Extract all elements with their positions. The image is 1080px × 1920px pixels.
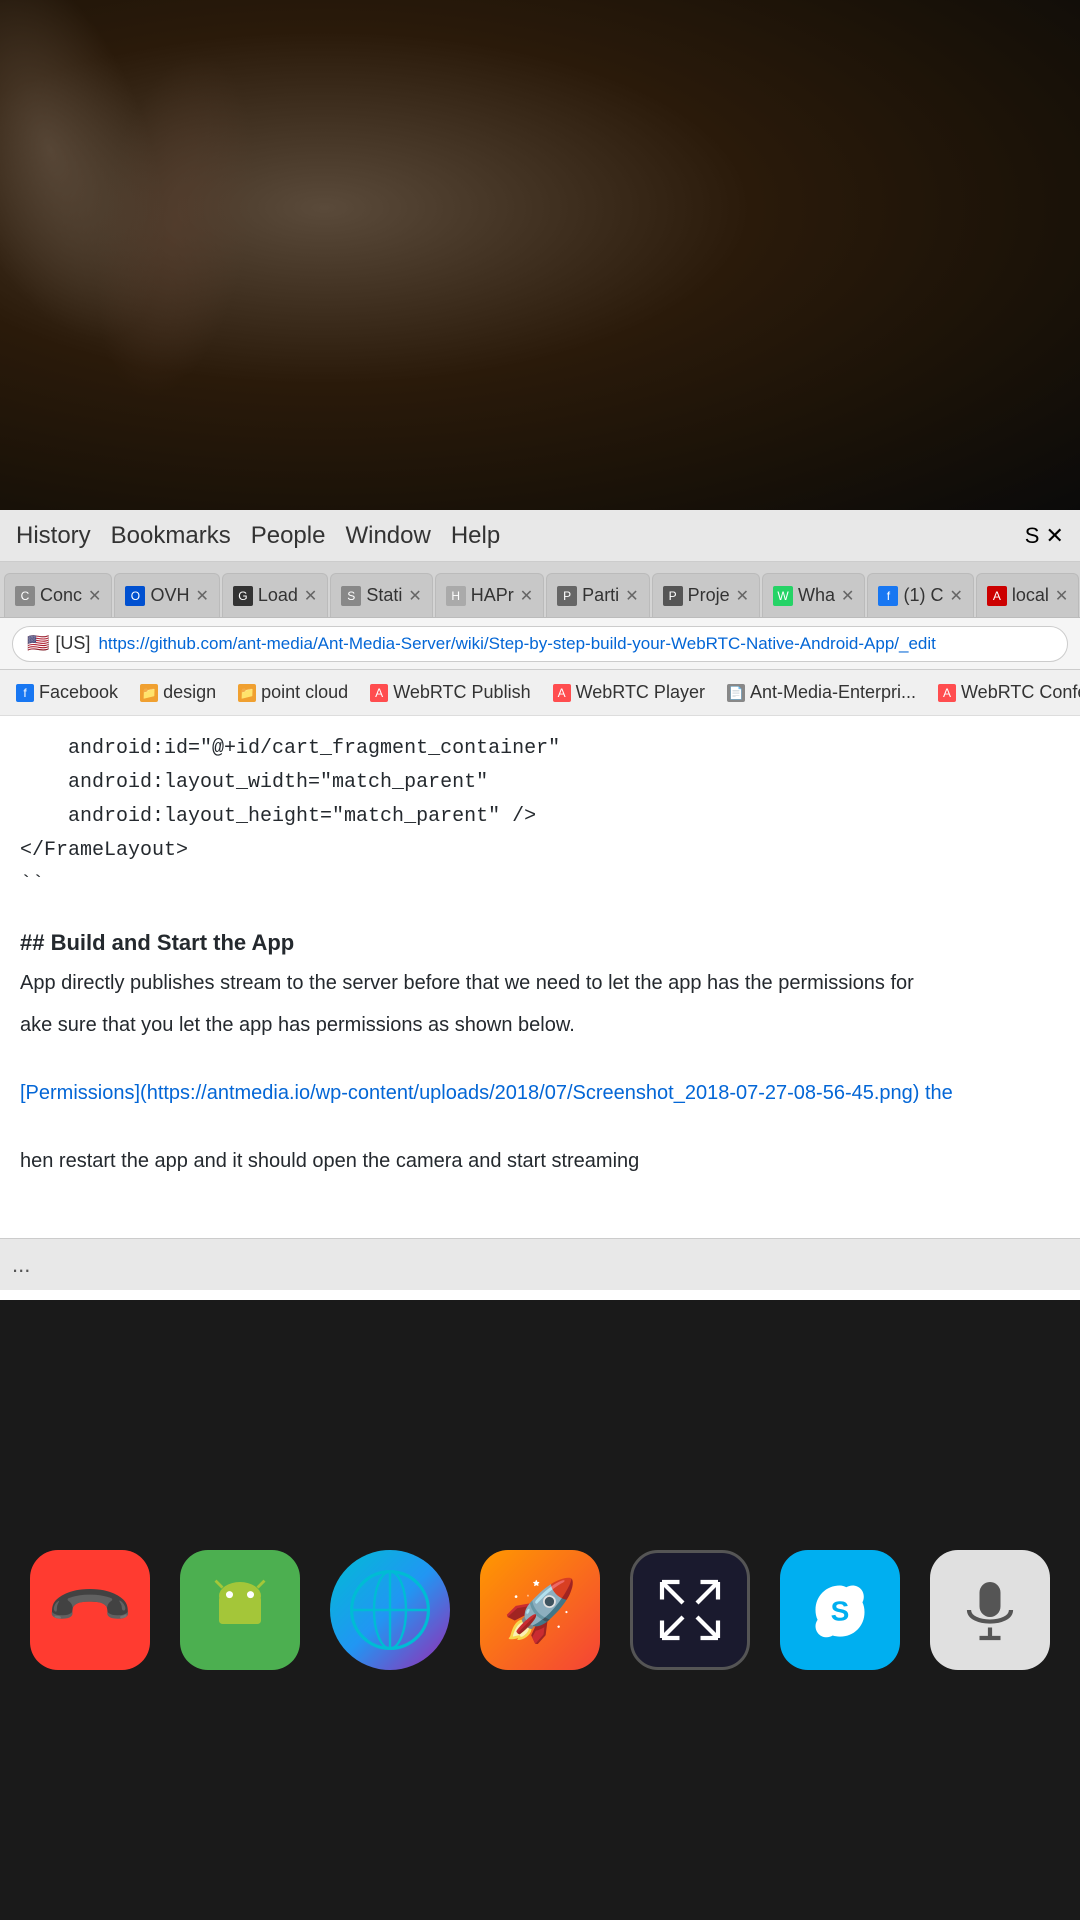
ant-enterprise-favicon-icon: 📄	[727, 684, 745, 702]
tab-favicon-local: A	[987, 586, 1007, 606]
microphone-icon	[955, 1575, 1025, 1645]
url-input[interactable]: 🇺🇸 [US] https://github.com/ant-media/Ant…	[12, 626, 1068, 662]
tab-wha[interactable]: W Wha ✕	[762, 573, 865, 617]
tab-close-hapr[interactable]: ✕	[520, 586, 533, 606]
tab-bar: C Conc ✕ O OVH ✕ G Load ✕ S Stati ✕ H HA…	[0, 562, 1080, 618]
locale-label: [US]	[55, 633, 90, 654]
url-text: https://github.com/ant-media/Ant-Media-S…	[98, 634, 935, 654]
expand-arrows-icon	[655, 1575, 725, 1645]
tab-ovh[interactable]: O OVH ✕	[114, 573, 219, 617]
stream-watermark: stream652	[370, 1158, 710, 1240]
tab-favicon-load: G	[233, 586, 253, 606]
code-line-2: android:layout_width="match_parent"	[20, 766, 1060, 800]
dock-microphone-icon[interactable]	[930, 1550, 1050, 1670]
antmedia2-favicon-icon: A	[553, 684, 571, 702]
menu-history[interactable]: History	[16, 522, 91, 550]
dock-rocket-launcher-icon[interactable]: 🚀	[480, 1550, 600, 1670]
tab-load[interactable]: G Load ✕	[222, 573, 328, 617]
menu-bookmarks[interactable]: Bookmarks	[111, 522, 231, 550]
tab-favicon-proje: P	[663, 586, 683, 606]
tab-parti[interactable]: P Parti ✕	[546, 573, 649, 617]
bookmark-design[interactable]: 📁 design	[132, 678, 224, 707]
tab-close-proje[interactable]: ✕	[736, 586, 749, 606]
dock: 📞 🚀	[0, 1300, 1080, 1920]
browser-controls-right: S ✕	[1025, 523, 1064, 549]
design-folder-icon: 📁	[140, 684, 158, 702]
code-line-5: ``	[20, 868, 1060, 902]
tab-close-ovh[interactable]: ✕	[195, 586, 208, 606]
antmedia3-favicon-icon: A	[938, 684, 956, 702]
desktop-wallpaper	[0, 0, 1080, 520]
bookmark-pointcloud[interactable]: 📁 point cloud	[230, 678, 356, 707]
menu-people[interactable]: People	[251, 522, 326, 550]
code-line-1: android:id="@+id/cart_fragment_container…	[20, 732, 1060, 766]
android-icon	[205, 1575, 275, 1645]
browser-circle-icon	[350, 1570, 430, 1650]
tab-fb[interactable]: f (1) C ✕	[867, 573, 973, 617]
menu-window[interactable]: Window	[345, 522, 430, 550]
tab-favicon-conc: C	[15, 586, 35, 606]
antmedia-favicon-icon: A	[370, 684, 388, 702]
dock-expand-icon[interactable]	[630, 1550, 750, 1670]
pointcloud-folder-icon: 📁	[238, 684, 256, 702]
bookmark-webrtc-player[interactable]: A WebRTC Player	[545, 678, 713, 707]
tab-close-load[interactable]: ✕	[304, 586, 317, 606]
menu-bar: History Bookmarks People Window Help S ✕	[0, 510, 1080, 562]
menu-help[interactable]: Help	[451, 522, 500, 550]
paragraph-2: ake sure that you let the app has permis…	[20, 1008, 1060, 1042]
bookmark-webrtc-conference[interactable]: A WebRTC Conference	[930, 678, 1080, 707]
tab-favicon-wha: W	[773, 586, 793, 606]
dock-browser-icon[interactable]	[330, 1550, 450, 1670]
locale-flag: 🇺🇸	[27, 633, 49, 654]
tab-favicon-fb: f	[878, 586, 898, 606]
paragraph-1: App directly publishes stream to the ser…	[20, 966, 1060, 1000]
tab-hapr[interactable]: H HAPr ✕	[435, 573, 544, 617]
permissions-link[interactable]: [Permissions](https://antmedia.io/wp-con…	[20, 1082, 953, 1104]
paragraph-link[interactable]: [Permissions](https://antmedia.io/wp-con…	[20, 1076, 1060, 1110]
tab-favicon-parti: P	[557, 586, 577, 606]
tab-local[interactable]: A local ✕	[976, 573, 1079, 617]
code-line-4: </FrameLayout>	[20, 834, 1060, 868]
bookmark-webrtc-publish[interactable]: A WebRTC Publish	[362, 678, 538, 707]
more-button[interactable]: ...	[12, 1252, 30, 1278]
bookmark-ant-enterprise[interactable]: 📄 Ant-Media-Enterpri...	[719, 678, 924, 707]
dock-android-studio-icon[interactable]	[180, 1550, 300, 1670]
tab-close-wha[interactable]: ✕	[841, 586, 854, 606]
tab-favicon-stati: S	[341, 586, 361, 606]
tab-stati[interactable]: S Stati ✕	[330, 573, 432, 617]
tab-conc[interactable]: C Conc ✕	[4, 573, 112, 617]
rocket-icon: 🚀	[503, 1575, 578, 1646]
bottom-bar: ...	[0, 1238, 1080, 1290]
facebook-favicon-icon: f	[16, 684, 34, 702]
skype-logo-icon: S	[805, 1575, 875, 1645]
phone-hangup-icon: 📞	[42, 1562, 138, 1658]
tab-favicon-hapr: H	[446, 586, 466, 606]
tab-close-conc[interactable]: ✕	[88, 586, 101, 606]
tab-close-parti[interactable]: ✕	[625, 586, 638, 606]
tab-close-fb[interactable]: ✕	[949, 586, 962, 606]
code-line-3: android:layout_height="match_parent" />	[20, 800, 1060, 834]
tab-favicon-ovh: O	[125, 586, 145, 606]
dock-phone-icon[interactable]: 📞	[30, 1550, 150, 1670]
dock-skype-icon[interactable]: S	[780, 1550, 900, 1670]
tab-close-stati[interactable]: ✕	[408, 586, 421, 606]
bookmark-facebook[interactable]: f Facebook	[8, 678, 126, 707]
bookmarks-bar: f Facebook 📁 design 📁 point cloud A WebR…	[0, 670, 1080, 716]
tab-close-local[interactable]: ✕	[1055, 586, 1068, 606]
svg-text:S: S	[831, 1596, 850, 1627]
tab-proje[interactable]: P Proje ✕	[652, 573, 760, 617]
address-bar: 🇺🇸 [US] https://github.com/ant-media/Ant…	[0, 618, 1080, 670]
section-heading: ## Build and Start the App	[20, 930, 1060, 956]
